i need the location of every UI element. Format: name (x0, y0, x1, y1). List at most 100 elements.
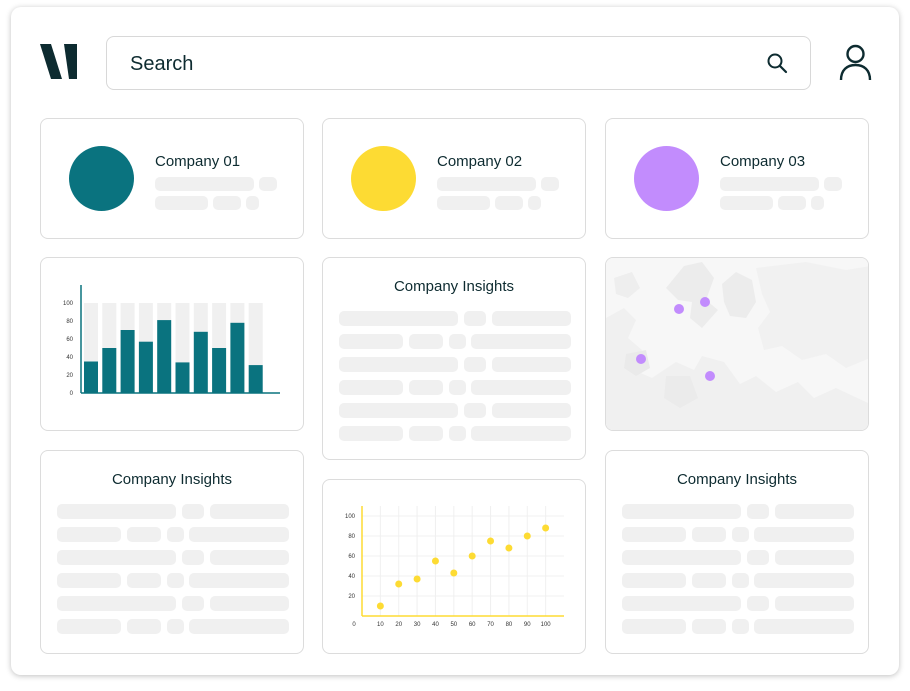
x-tick-label: 40 (432, 622, 439, 628)
x-tick-label: 60 (469, 622, 476, 628)
scatter-point[interactable] (542, 525, 549, 532)
placeholder-line (339, 403, 458, 418)
placeholder-line (720, 177, 819, 191)
scatter-point[interactable] (487, 538, 494, 545)
scatter-point[interactable] (469, 553, 476, 560)
placeholder-line (339, 380, 403, 395)
europe-map (606, 258, 869, 431)
insights-title: Company Insights (323, 278, 585, 295)
map-pin[interactable] (705, 371, 715, 381)
bar[interactable] (102, 348, 116, 393)
placeholder-line (492, 403, 571, 418)
bar[interactable] (157, 320, 171, 393)
y-tick-label: 20 (348, 594, 355, 600)
placeholder-line (57, 550, 176, 565)
company-card-01[interactable]: Company 01 (40, 118, 304, 239)
placeholder-line (492, 311, 571, 326)
y-tick-label: 80 (66, 319, 73, 325)
placeholder-line (622, 596, 741, 611)
placeholder-line (57, 596, 176, 611)
scatter-point[interactable] (450, 570, 457, 577)
bar-chart-card[interactable]: 020406080100 (40, 257, 304, 431)
placeholder-line (622, 504, 741, 519)
map-pin[interactable] (636, 354, 646, 364)
bar[interactable] (194, 332, 208, 393)
x-tick-label: 100 (541, 622, 552, 628)
y-tick-label: 40 (348, 574, 355, 580)
x-tick-label: 50 (450, 622, 457, 628)
placeholder-line (541, 177, 559, 191)
scatter-chart: 010203040506070809010020406080100 (323, 480, 586, 654)
bar-chart: 020406080100 (41, 258, 304, 431)
map-card[interactable] (605, 257, 869, 431)
placeholder-line (528, 196, 541, 210)
map-pin[interactable] (700, 297, 710, 307)
placeholder-line (210, 504, 289, 519)
insights-card-right[interactable]: Company Insights (605, 450, 869, 654)
insights-card-center[interactable]: Company Insights (322, 257, 586, 460)
placeholder-line (471, 426, 571, 441)
bar[interactable] (212, 348, 226, 393)
scatter-point[interactable] (414, 576, 421, 583)
scatter-point[interactable] (524, 533, 531, 540)
placeholder-line (213, 196, 241, 210)
bar[interactable] (230, 323, 244, 393)
y-tick-label: 40 (66, 355, 73, 361)
bar[interactable] (176, 362, 190, 393)
user-icon[interactable] (838, 44, 873, 81)
placeholder-line (182, 504, 204, 519)
search-input[interactable]: Search (106, 36, 811, 90)
placeholder-line (720, 196, 773, 210)
placeholder-line (57, 573, 121, 588)
placeholder-line (339, 334, 403, 349)
placeholder-line (775, 596, 854, 611)
company-card-02[interactable]: Company 02 (322, 118, 586, 239)
placeholder-line (747, 504, 769, 519)
placeholder-line (409, 334, 443, 349)
company-name: Company 03 (720, 153, 805, 170)
scatter-point[interactable] (432, 558, 439, 565)
placeholder-line (57, 527, 121, 542)
y-tick-label: 100 (63, 301, 74, 307)
bar[interactable] (121, 330, 135, 393)
placeholder-line (57, 619, 121, 634)
app-logo-icon[interactable] (40, 44, 77, 79)
x-tick-label: 10 (377, 622, 384, 628)
placeholder-line (692, 619, 726, 634)
placeholder-line (437, 196, 490, 210)
scatter-point[interactable] (505, 545, 512, 552)
scatter-point[interactable] (395, 581, 402, 588)
placeholder-line (167, 619, 184, 634)
bar[interactable] (84, 362, 98, 394)
company-avatar (634, 146, 699, 211)
placeholder-line (622, 573, 686, 588)
placeholder-line (127, 527, 161, 542)
placeholder-line (495, 196, 523, 210)
x-tick-label: 30 (414, 622, 421, 628)
placeholder-line (155, 196, 208, 210)
placeholder-line (127, 619, 161, 634)
placeholder-line (437, 177, 536, 191)
placeholder-line (189, 573, 289, 588)
placeholder-line (57, 504, 176, 519)
y-tick-label: 0 (70, 391, 74, 397)
map-pin[interactable] (674, 304, 684, 314)
company-card-03[interactable]: Company 03 (605, 118, 869, 239)
bar[interactable] (249, 365, 263, 393)
scatter-point[interactable] (377, 603, 384, 610)
placeholder-line (747, 596, 769, 611)
placeholder-line (754, 527, 854, 542)
x-tick-label: 90 (524, 622, 531, 628)
search-icon[interactable] (766, 52, 788, 74)
placeholder-line (778, 196, 806, 210)
placeholder-line (259, 177, 277, 191)
scatter-chart-card[interactable]: 010203040506070809010020406080100 (322, 479, 586, 654)
placeholder-line (210, 596, 289, 611)
insights-title: Company Insights (606, 471, 868, 488)
bar[interactable] (139, 342, 153, 393)
insights-card-left[interactable]: Company Insights (40, 450, 304, 654)
placeholder-line (622, 619, 686, 634)
placeholder-line (449, 380, 466, 395)
placeholder-line (471, 380, 571, 395)
placeholder-line (210, 550, 289, 565)
